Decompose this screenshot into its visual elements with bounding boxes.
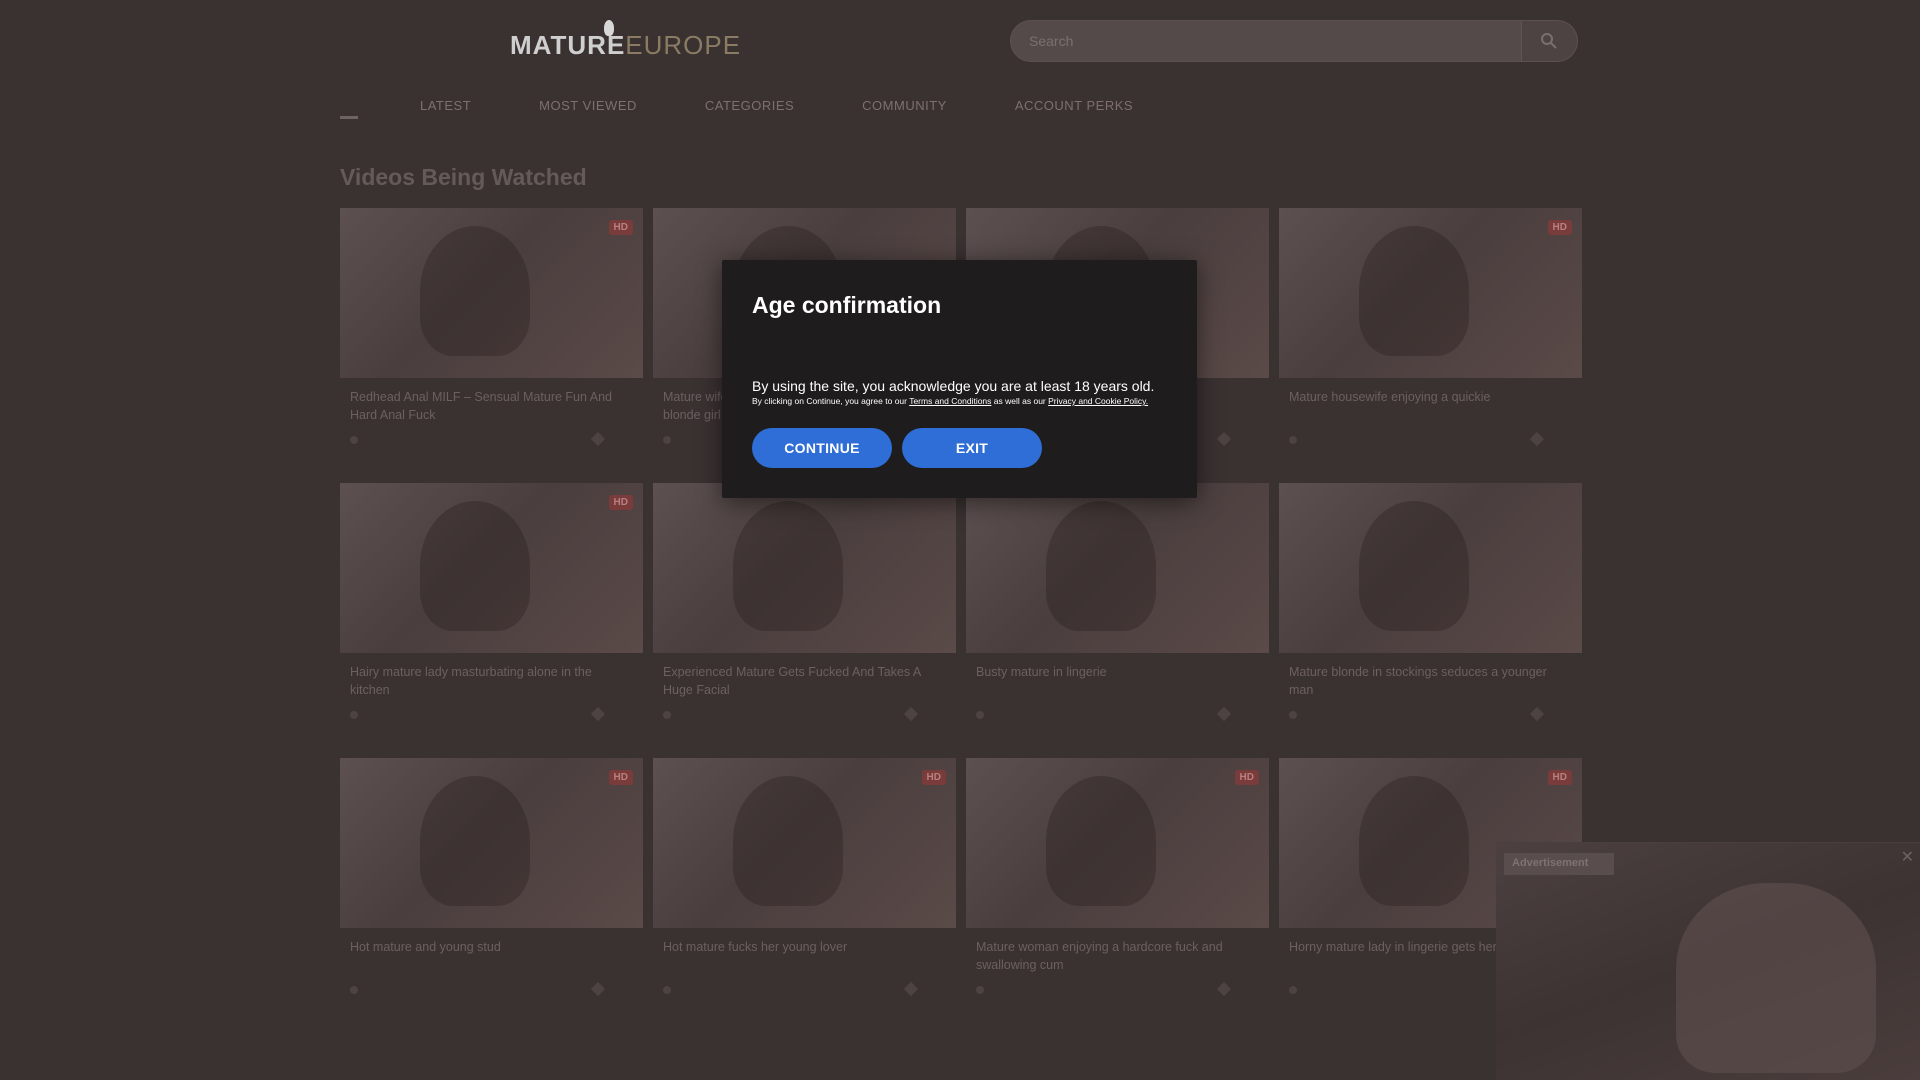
continue-button[interactable]: CONTINUE	[752, 428, 892, 468]
terms-link[interactable]: Terms and Conditions	[909, 396, 991, 406]
dialog-title: Age confirmation	[752, 292, 942, 318]
age-notice-text: By using the site, you acknowledge you a…	[752, 378, 1155, 394]
terms-notice: By clicking on Continue, you agree to ou…	[752, 396, 1152, 406]
dialog-buttons: CONTINUE EXIT	[752, 428, 1052, 468]
age-confirmation-dialog: Age confirmation By using the site, you …	[722, 260, 1197, 498]
privacy-link[interactable]: Privacy and Cookie Policy.	[1048, 396, 1148, 406]
exit-button[interactable]: EXIT	[902, 428, 1042, 468]
modal-backdrop	[0, 0, 1920, 1080]
terms-middle: as well as our	[991, 396, 1049, 406]
terms-prefix: By clicking on Continue, you agree to ou…	[752, 396, 910, 406]
